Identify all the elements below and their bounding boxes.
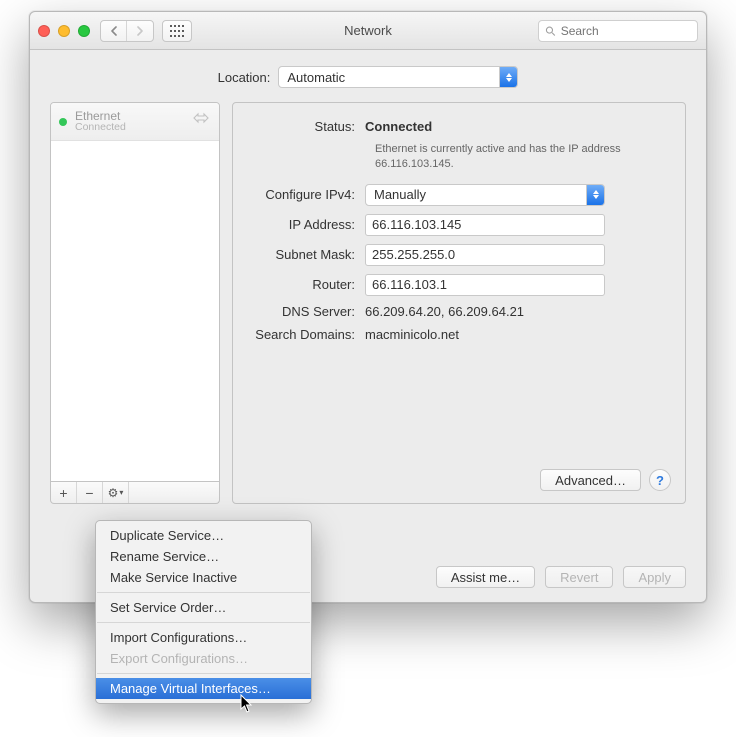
- back-button[interactable]: [101, 21, 127, 41]
- menu-item[interactable]: Duplicate Service…: [96, 525, 311, 546]
- remove-service-button[interactable]: −: [77, 482, 103, 503]
- status-dot-green: [59, 118, 67, 126]
- sidebar-item-ethernet[interactable]: Ethernet Connected: [51, 103, 219, 141]
- ethernet-icon: [191, 111, 211, 132]
- router-label: Router:: [245, 277, 365, 292]
- status-note: Ethernet is currently active and has the…: [375, 142, 667, 172]
- location-value: Automatic: [287, 70, 345, 85]
- search-field[interactable]: [538, 20, 698, 42]
- configure-value: Manually: [374, 187, 426, 202]
- details-pane: Status: Connected Ethernet is currently …: [232, 102, 686, 504]
- show-all-button[interactable]: [162, 20, 192, 42]
- status-label: Status:: [245, 119, 365, 134]
- menu-separator: [97, 622, 310, 623]
- forward-button[interactable]: [127, 21, 153, 41]
- apply-button[interactable]: Apply: [623, 566, 686, 588]
- nav-back-forward: [100, 20, 154, 42]
- chevron-updown-icon: [586, 185, 604, 205]
- menu-item[interactable]: Manage Virtual Interfaces…: [96, 678, 311, 699]
- status-value: Connected: [365, 119, 667, 134]
- menu-item[interactable]: Set Service Order…: [96, 597, 311, 618]
- advanced-button[interactable]: Advanced…: [540, 469, 641, 491]
- zoom-window-button[interactable]: [78, 25, 90, 37]
- minimize-window-button[interactable]: [58, 25, 70, 37]
- location-row: Location: Automatic: [30, 50, 706, 102]
- window-controls: [38, 25, 90, 37]
- dns-label: DNS Server:: [245, 304, 365, 319]
- menu-item[interactable]: Make Service Inactive: [96, 567, 311, 588]
- chevron-down-icon: ▾: [119, 488, 123, 497]
- menu-item: Export Configurations…: [96, 648, 311, 669]
- location-label: Location:: [218, 70, 271, 85]
- search-domains-label: Search Domains:: [245, 327, 365, 342]
- assist-me-button[interactable]: Assist me…: [436, 566, 535, 588]
- chevron-updown-icon: [499, 67, 517, 87]
- menu-item[interactable]: Import Configurations…: [96, 627, 311, 648]
- network-prefs-window: Network Location: Automatic Ethernet Con…: [29, 11, 707, 603]
- dns-value: 66.209.64.20, 66.209.64.21: [365, 304, 667, 319]
- menu-item[interactable]: Rename Service…: [96, 546, 311, 567]
- menu-separator: [97, 592, 310, 593]
- sidebar-toolbar: + − ⚙▾: [50, 482, 220, 504]
- configure-ipv4-select[interactable]: Manually: [365, 184, 605, 206]
- location-select[interactable]: Automatic: [278, 66, 518, 88]
- sidebar-item-name: Ethernet: [75, 110, 183, 122]
- grid-icon: [170, 25, 184, 37]
- help-button[interactable]: ?: [649, 469, 671, 491]
- router-field[interactable]: [365, 274, 605, 296]
- close-window-button[interactable]: [38, 25, 50, 37]
- search-domains-value: macminicolo.net: [365, 327, 667, 342]
- revert-button[interactable]: Revert: [545, 566, 613, 588]
- titlebar: Network: [30, 12, 706, 50]
- ip-address-label: IP Address:: [245, 217, 365, 232]
- search-input[interactable]: [561, 24, 691, 38]
- add-service-button[interactable]: +: [51, 482, 77, 503]
- subnet-label: Subnet Mask:: [245, 247, 365, 262]
- ip-address-field[interactable]: [365, 214, 605, 236]
- sidebar-item-status: Connected: [75, 122, 183, 134]
- configure-label: Configure IPv4:: [245, 187, 365, 202]
- subnet-mask-field[interactable]: [365, 244, 605, 266]
- services-sidebar: Ethernet Connected: [50, 102, 220, 482]
- gear-menu-button[interactable]: ⚙▾: [103, 482, 129, 503]
- search-icon: [545, 25, 556, 37]
- menu-separator: [97, 673, 310, 674]
- gear-context-menu: Duplicate Service…Rename Service…Make Se…: [95, 520, 312, 704]
- gear-icon: ⚙: [108, 486, 119, 500]
